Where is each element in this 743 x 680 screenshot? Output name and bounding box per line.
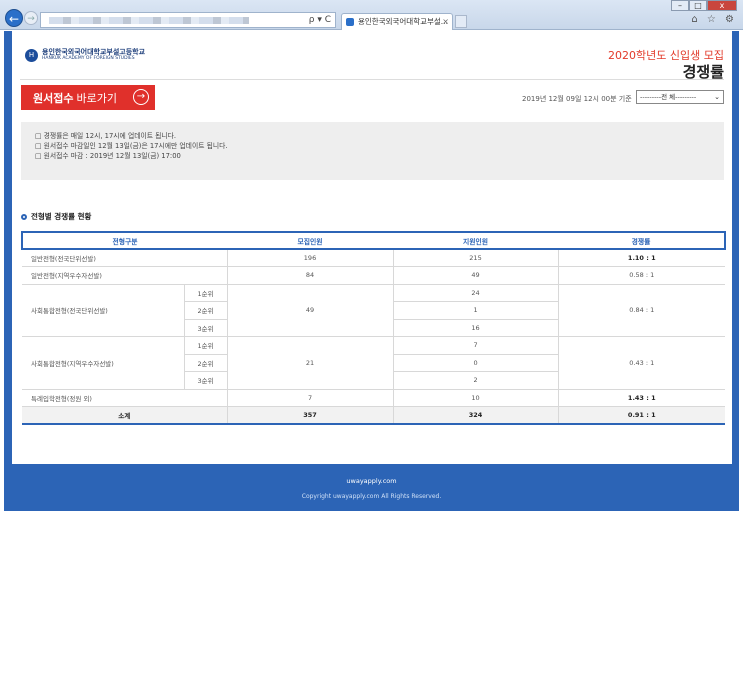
apply-label-strong: 원서접수	[33, 91, 74, 105]
cell-rank: 3순위	[183, 319, 228, 337]
notice-line: □ 경쟁률은 매일 12시, 17시에 업데이트 됩니다.	[35, 132, 177, 140]
cell-applicants: 10	[392, 389, 559, 407]
window-controls: – □ x	[671, 0, 737, 11]
logo-text: 용인한국외국어대학교부설고등학교 HANKUK ACADEMY OF FOREI…	[42, 47, 146, 62]
cell-quota: 49	[226, 284, 394, 337]
cell-rate: 1.43 : 1	[557, 389, 726, 407]
header-rate: 경쟁률	[558, 231, 727, 250]
favicon-icon	[346, 18, 354, 26]
cell-total-rate: 0.91 : 1	[557, 406, 726, 425]
cell-rank: 1순위	[183, 284, 228, 302]
footer-copyright: Copyright uwayapply.com All Rights Reser…	[301, 493, 442, 500]
cell-applicants: 16	[392, 319, 559, 337]
blue-frame: H 용인한국외국어대학교부설고등학교 HANKUK ACADEMY OF FOR…	[4, 31, 739, 511]
cell-applicants: 1	[392, 301, 559, 320]
cell-type: 특례입학전형(정원 외)	[22, 389, 228, 407]
maximize-button[interactable]: □	[689, 0, 707, 11]
cell-type: 사회통합전형(지역우수자선발)	[22, 336, 184, 390]
cell-rank: 3순위	[183, 371, 228, 390]
chevron-down-icon: ⌄	[714, 93, 720, 101]
close-button[interactable]: x	[707, 0, 737, 11]
header-applicants: 지원인원	[393, 231, 559, 250]
school-logo[interactable]: H 용인한국외국어대학교부설고등학교 HANKUK ACADEMY OF FOR…	[25, 47, 145, 63]
blurred-url	[49, 17, 249, 24]
cell-total-label: 소계	[22, 406, 228, 425]
cell-applicants: 2	[392, 371, 559, 390]
logo-emblem-icon: H	[25, 48, 38, 62]
table-row: 사회통합전형(지역우수자선발) 1순위 21 7 0.43 : 1	[22, 336, 726, 390]
cell-applicants: 215	[392, 249, 559, 267]
search-refresh-icon[interactable]: ρ ▾ C	[309, 15, 331, 25]
cell-applicants: 0	[392, 354, 559, 372]
cell-type: 일반전형(전국단위선발)	[22, 249, 228, 267]
cell-quota: 84	[226, 266, 394, 285]
cell-rate: 1.10 : 1	[557, 249, 726, 267]
back-button[interactable]: ←	[5, 9, 23, 27]
notice-box: □ 경쟁률은 매일 12시, 17시에 업데이트 됩니다. □ 원서접수 마감일…	[21, 122, 724, 180]
cell-rate: 0.58 : 1	[557, 266, 726, 285]
cell-rank: 2순위	[183, 301, 228, 320]
tab-title: 용인한국외국어대학교부설...	[358, 17, 448, 26]
category-select[interactable]: ---------전 체--------- ⌄	[636, 90, 724, 104]
content-panel: H 용인한국외국어대학교부설고등학교 HANKUK ACADEMY OF FOR…	[12, 31, 732, 464]
apply-label-rest: 바로가기	[76, 91, 117, 105]
cell-rate: 0.43 : 1	[557, 336, 726, 390]
arrow-right-icon: →	[133, 89, 149, 105]
cell-rank: 1순위	[183, 336, 228, 355]
table-header-row: 전형구분 모집인원 지원인원 경쟁률	[20, 231, 727, 250]
total-row: 소계 357 324 0.91 : 1	[22, 406, 726, 425]
divider	[20, 79, 724, 80]
cell-rate: 0.84 : 1	[557, 284, 726, 337]
cell-quota: 196	[226, 249, 394, 267]
competition-table: 전형구분 모집인원 지원인원 경쟁률 일반전형(전국단위선발) 196 215 …	[20, 231, 727, 425]
footer-site-link[interactable]: uwayapply.com	[4, 477, 739, 485]
browser-toolbar: ← → ρ ▾ C 용인한국외국어대학교부설... × – □ x ⌂ ☆ ⚙	[0, 0, 743, 30]
cell-total-quota: 357	[226, 406, 394, 425]
cell-type: 사회통합전형(전국단위선발)	[22, 284, 184, 337]
browser-tab[interactable]: 용인한국외국어대학교부설... ×	[341, 13, 453, 30]
home-favorites-settings-icon[interactable]: ⌂ ☆ ⚙	[691, 14, 737, 25]
section-title-text: 전형별 경쟁률 현황	[31, 212, 92, 221]
select-value: ---------전 체---------	[640, 93, 697, 101]
forward-button[interactable]: →	[24, 11, 38, 25]
apply-shortcut-button[interactable]: 원서접수 바로가기 →	[21, 85, 155, 110]
table-row: 사회통합전형(전국단위선발) 1순위 49 24 0.84 : 1	[22, 284, 726, 337]
address-bar[interactable]: ρ ▾ C	[40, 12, 336, 28]
table-row: 일반전형(지역우수자선발) 84 49 0.58 : 1	[22, 266, 726, 285]
basis-timestamp: 2019년 12월 09일 12시 00분 기준	[522, 95, 632, 103]
table-row: 특례입학전형(정원 외) 7 10 1.43 : 1	[22, 389, 726, 407]
logo-korean: 용인한국외국어대학교부설고등학교	[42, 47, 146, 56]
notice-line: □ 원서접수 마감 : 2019년 12월 13일(금) 17:00	[35, 152, 181, 160]
table-row: 일반전형(전국단위선발) 196 215 1.10 : 1	[22, 249, 726, 267]
cell-applicants: 7	[392, 336, 559, 355]
bullet-icon	[21, 213, 27, 220]
cell-rank: 2순위	[183, 354, 228, 372]
logo-english: HANKUK ACADEMY OF FOREIGN STUDIES	[42, 55, 135, 61]
cell-total-applicants: 324	[392, 406, 559, 425]
cell-quota: 21	[226, 336, 394, 390]
section-title: 전형별 경쟁률 현황	[21, 211, 91, 222]
cell-applicants: 49	[392, 266, 559, 285]
minimize-button[interactable]: –	[671, 0, 689, 11]
new-tab-button[interactable]	[455, 15, 467, 28]
cell-type: 일반전형(지역우수자선발)	[22, 266, 228, 285]
header-type: 전형구분	[20, 231, 228, 250]
cell-applicants: 24	[392, 284, 559, 302]
notice-line: □ 원서접수 마감일인 12월 13일(금)은 17시에만 업데이트 됩니다.	[35, 142, 228, 150]
tab-close-icon[interactable]: ×	[442, 14, 449, 30]
header-quota: 모집인원	[227, 231, 394, 250]
page: H 용인한국외국어대학교부설고등학교 HANKUK ACADEMY OF FOR…	[0, 31, 743, 680]
cell-quota: 7	[226, 389, 394, 407]
